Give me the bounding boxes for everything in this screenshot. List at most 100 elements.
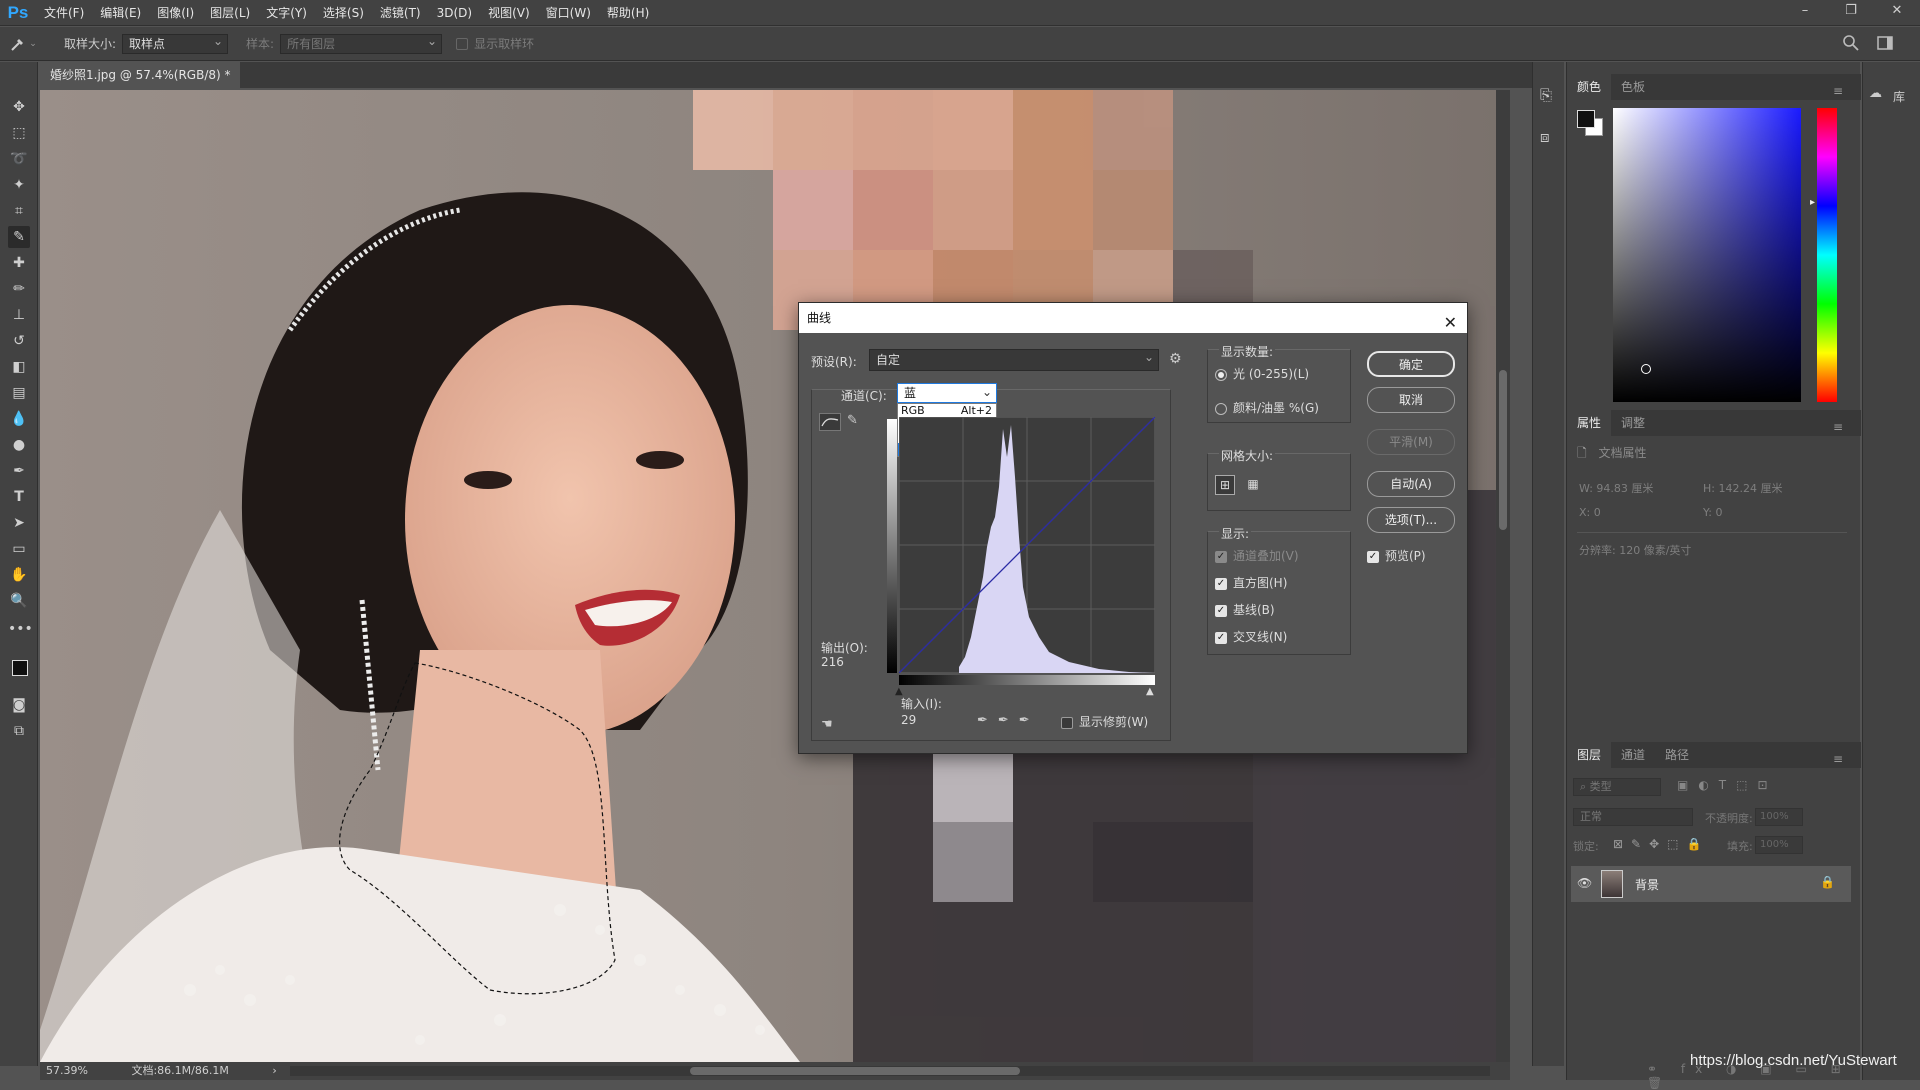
show-clipping-checkbox[interactable] bbox=[1061, 716, 1073, 729]
menu-item[interactable]: 文字(Y) bbox=[258, 0, 315, 26]
opacity-input[interactable]: 100% bbox=[1755, 808, 1803, 826]
vertical-scrollbar[interactable] bbox=[1496, 90, 1510, 1062]
options-button[interactable]: 选项(T)... bbox=[1367, 507, 1455, 533]
tab-channels[interactable]: 通道 bbox=[1611, 742, 1655, 768]
pen-tool-icon[interactable]: ✒ bbox=[8, 460, 30, 482]
menu-item[interactable]: 编辑(E) bbox=[92, 0, 149, 26]
menu-item[interactable]: 滤镜(T) bbox=[372, 0, 429, 26]
blur-tool-icon[interactable]: 💧 bbox=[8, 408, 30, 430]
foreground-color-swatch[interactable] bbox=[12, 660, 28, 676]
simple-grid-icon[interactable]: ⊞ bbox=[1215, 475, 1235, 495]
sample-size-select[interactable]: 取样点 bbox=[122, 32, 229, 54]
curve-edit-tool-icon[interactable] bbox=[819, 413, 841, 431]
eyedropper-tool-icon[interactable]: ✎ bbox=[8, 226, 30, 248]
preview-option[interactable]: ✓ 预览(P) bbox=[1367, 547, 1426, 564]
output-value[interactable]: 216 bbox=[821, 655, 844, 669]
vertical-scroll-thumb[interactable] bbox=[1499, 370, 1507, 530]
layer-name[interactable]: 背景 bbox=[1635, 876, 1659, 893]
quick-mask-icon[interactable]: ◙ bbox=[8, 694, 30, 716]
curves-close-icon[interactable]: ✕ bbox=[1444, 308, 1457, 338]
white-point-slider-icon[interactable]: ▲ bbox=[1146, 686, 1154, 697]
pigment-radio[interactable] bbox=[1215, 402, 1227, 415]
curve-graph[interactable] bbox=[899, 417, 1155, 673]
menu-item[interactable]: 3D(D) bbox=[429, 0, 480, 26]
workspace-icon[interactable] bbox=[1876, 34, 1894, 55]
horizontal-scroll-thumb[interactable] bbox=[690, 1067, 1020, 1075]
menu-item[interactable]: 文件(F) bbox=[36, 0, 92, 26]
hand-tool-icon[interactable]: ✋ bbox=[8, 564, 30, 586]
preview-checkbox[interactable]: ✓ bbox=[1367, 550, 1379, 563]
move-tool-icon[interactable]: ✥ bbox=[8, 96, 30, 118]
preset-options-gear-icon[interactable]: ⚙ bbox=[1169, 351, 1182, 367]
minimize-button[interactable]: – bbox=[1782, 0, 1828, 26]
hue-slider[interactable] bbox=[1817, 108, 1837, 402]
tab-properties[interactable]: 属性 bbox=[1567, 410, 1612, 436]
auto-button[interactable]: 自动(A) bbox=[1367, 471, 1455, 497]
menu-item[interactable]: 图层(L) bbox=[202, 0, 258, 26]
tab-adjustments[interactable]: 调整 bbox=[1611, 410, 1655, 436]
baseline-checkbox[interactable]: ✓ bbox=[1215, 604, 1227, 617]
rectangle-tool-icon[interactable]: ▭ bbox=[8, 538, 30, 560]
intersection-checkbox[interactable]: ✓ bbox=[1215, 631, 1227, 644]
tab-layers[interactable]: 图层 bbox=[1567, 742, 1612, 768]
targeted-adjustment-hand-icon[interactable]: ☚ bbox=[821, 717, 833, 732]
channel-option[interactable]: RGB Alt+2 bbox=[898, 404, 996, 417]
properties-panel-menu-icon[interactable]: ≡ bbox=[1823, 414, 1853, 440]
adjust-panel-icon[interactable]: ⧈ bbox=[1540, 128, 1550, 146]
light-radio[interactable] bbox=[1215, 368, 1227, 381]
input-value[interactable]: 29 bbox=[901, 713, 916, 727]
layer-filter-select[interactable]: ⌕ 类型 bbox=[1573, 778, 1661, 796]
sample-select[interactable]: 所有图层 bbox=[280, 32, 443, 54]
histogram-option[interactable]: ✓ 直方图(H) bbox=[1215, 574, 1287, 591]
color-panel-menu-icon[interactable]: ≡ bbox=[1823, 78, 1853, 104]
tab-color[interactable]: 颜色 bbox=[1567, 74, 1612, 100]
restore-button[interactable]: ❐ bbox=[1828, 0, 1874, 26]
detailed-grid-icon[interactable]: ▦ bbox=[1243, 475, 1263, 495]
history-panel-icon[interactable]: ⎘ bbox=[1540, 86, 1552, 104]
search-icon[interactable] bbox=[1842, 34, 1860, 55]
zoom-tool-icon[interactable]: 🔍 bbox=[8, 590, 30, 612]
light-option[interactable]: 光 (0-255)(L) bbox=[1215, 365, 1309, 382]
color-field[interactable] bbox=[1613, 108, 1801, 402]
document-tab[interactable]: 婚纱照1.jpg @ 57.4%(RGB/8) * × bbox=[40, 62, 240, 108]
lasso-tool-icon[interactable]: ➰ bbox=[8, 148, 30, 170]
eraser-tool-icon[interactable]: ◧ bbox=[8, 356, 30, 378]
visibility-eye-icon[interactable]: 👁 bbox=[1577, 876, 1592, 890]
menu-item[interactable]: 选择(S) bbox=[315, 0, 372, 26]
history-brush-tool-icon[interactable]: ↺ bbox=[8, 330, 30, 352]
menu-item[interactable]: 窗口(W) bbox=[538, 0, 599, 26]
status-menu-arrow[interactable]: › bbox=[272, 1064, 276, 1077]
tab-swatches[interactable]: 色板 bbox=[1611, 74, 1655, 100]
cancel-button[interactable]: 取消 bbox=[1367, 387, 1455, 413]
fill-input[interactable]: 100% bbox=[1755, 836, 1803, 854]
gradient-tool-icon[interactable]: ▤ bbox=[8, 382, 30, 404]
blend-mode-select[interactable]: 正常 bbox=[1573, 808, 1693, 826]
layers-panel-menu-icon[interactable]: ≡ bbox=[1823, 746, 1853, 772]
show-clipping-row[interactable]: 显示修剪(W) bbox=[1061, 713, 1148, 730]
menu-item[interactable]: 视图(V) bbox=[480, 0, 538, 26]
baseline-option[interactable]: ✓ 基线(B) bbox=[1215, 601, 1275, 618]
healing-brush-tool-icon[interactable]: ✚ bbox=[8, 252, 30, 274]
layer-filter-icons[interactable]: ▣◐T⬚⊡ bbox=[1677, 778, 1778, 792]
lock-icons[interactable]: ⊠✎✥⬚🔒 bbox=[1613, 837, 1709, 851]
crop-tool-icon[interactable]: ⌗ bbox=[8, 200, 30, 222]
type-tool-icon[interactable]: T bbox=[8, 486, 30, 508]
show-ring-checkbox[interactable] bbox=[456, 37, 469, 50]
close-window-button[interactable]: ✕ bbox=[1874, 0, 1920, 26]
pigment-option[interactable]: 颜料/油墨 %(G) bbox=[1215, 399, 1319, 416]
preset-select[interactable]: 自定 bbox=[869, 347, 1159, 371]
dodge-tool-icon[interactable]: ● bbox=[8, 434, 30, 456]
menu-item[interactable]: 图像(I) bbox=[149, 0, 202, 26]
pencil-tool-icon[interactable]: ✎ bbox=[847, 413, 858, 428]
ok-button[interactable]: 确定 bbox=[1367, 351, 1455, 377]
eyedropper-tool-preset[interactable]: ⌄ bbox=[0, 35, 46, 53]
marquee-tool-icon[interactable]: ⬚ bbox=[8, 122, 30, 144]
menu-item[interactable]: 帮助(H) bbox=[599, 0, 657, 26]
path-selection-tool-icon[interactable]: ➤ bbox=[8, 512, 30, 534]
color-foreground-swatch[interactable] bbox=[1577, 110, 1595, 128]
channel-select[interactable]: 蓝 ⌄ bbox=[897, 383, 997, 403]
sample-eyedroppers-icons[interactable]: ✒✒✒ bbox=[977, 713, 1040, 728]
horizontal-scrollbar[interactable] bbox=[290, 1066, 1490, 1076]
more-tools-icon[interactable]: ••• bbox=[8, 618, 33, 640]
histogram-checkbox[interactable]: ✓ bbox=[1215, 577, 1227, 590]
